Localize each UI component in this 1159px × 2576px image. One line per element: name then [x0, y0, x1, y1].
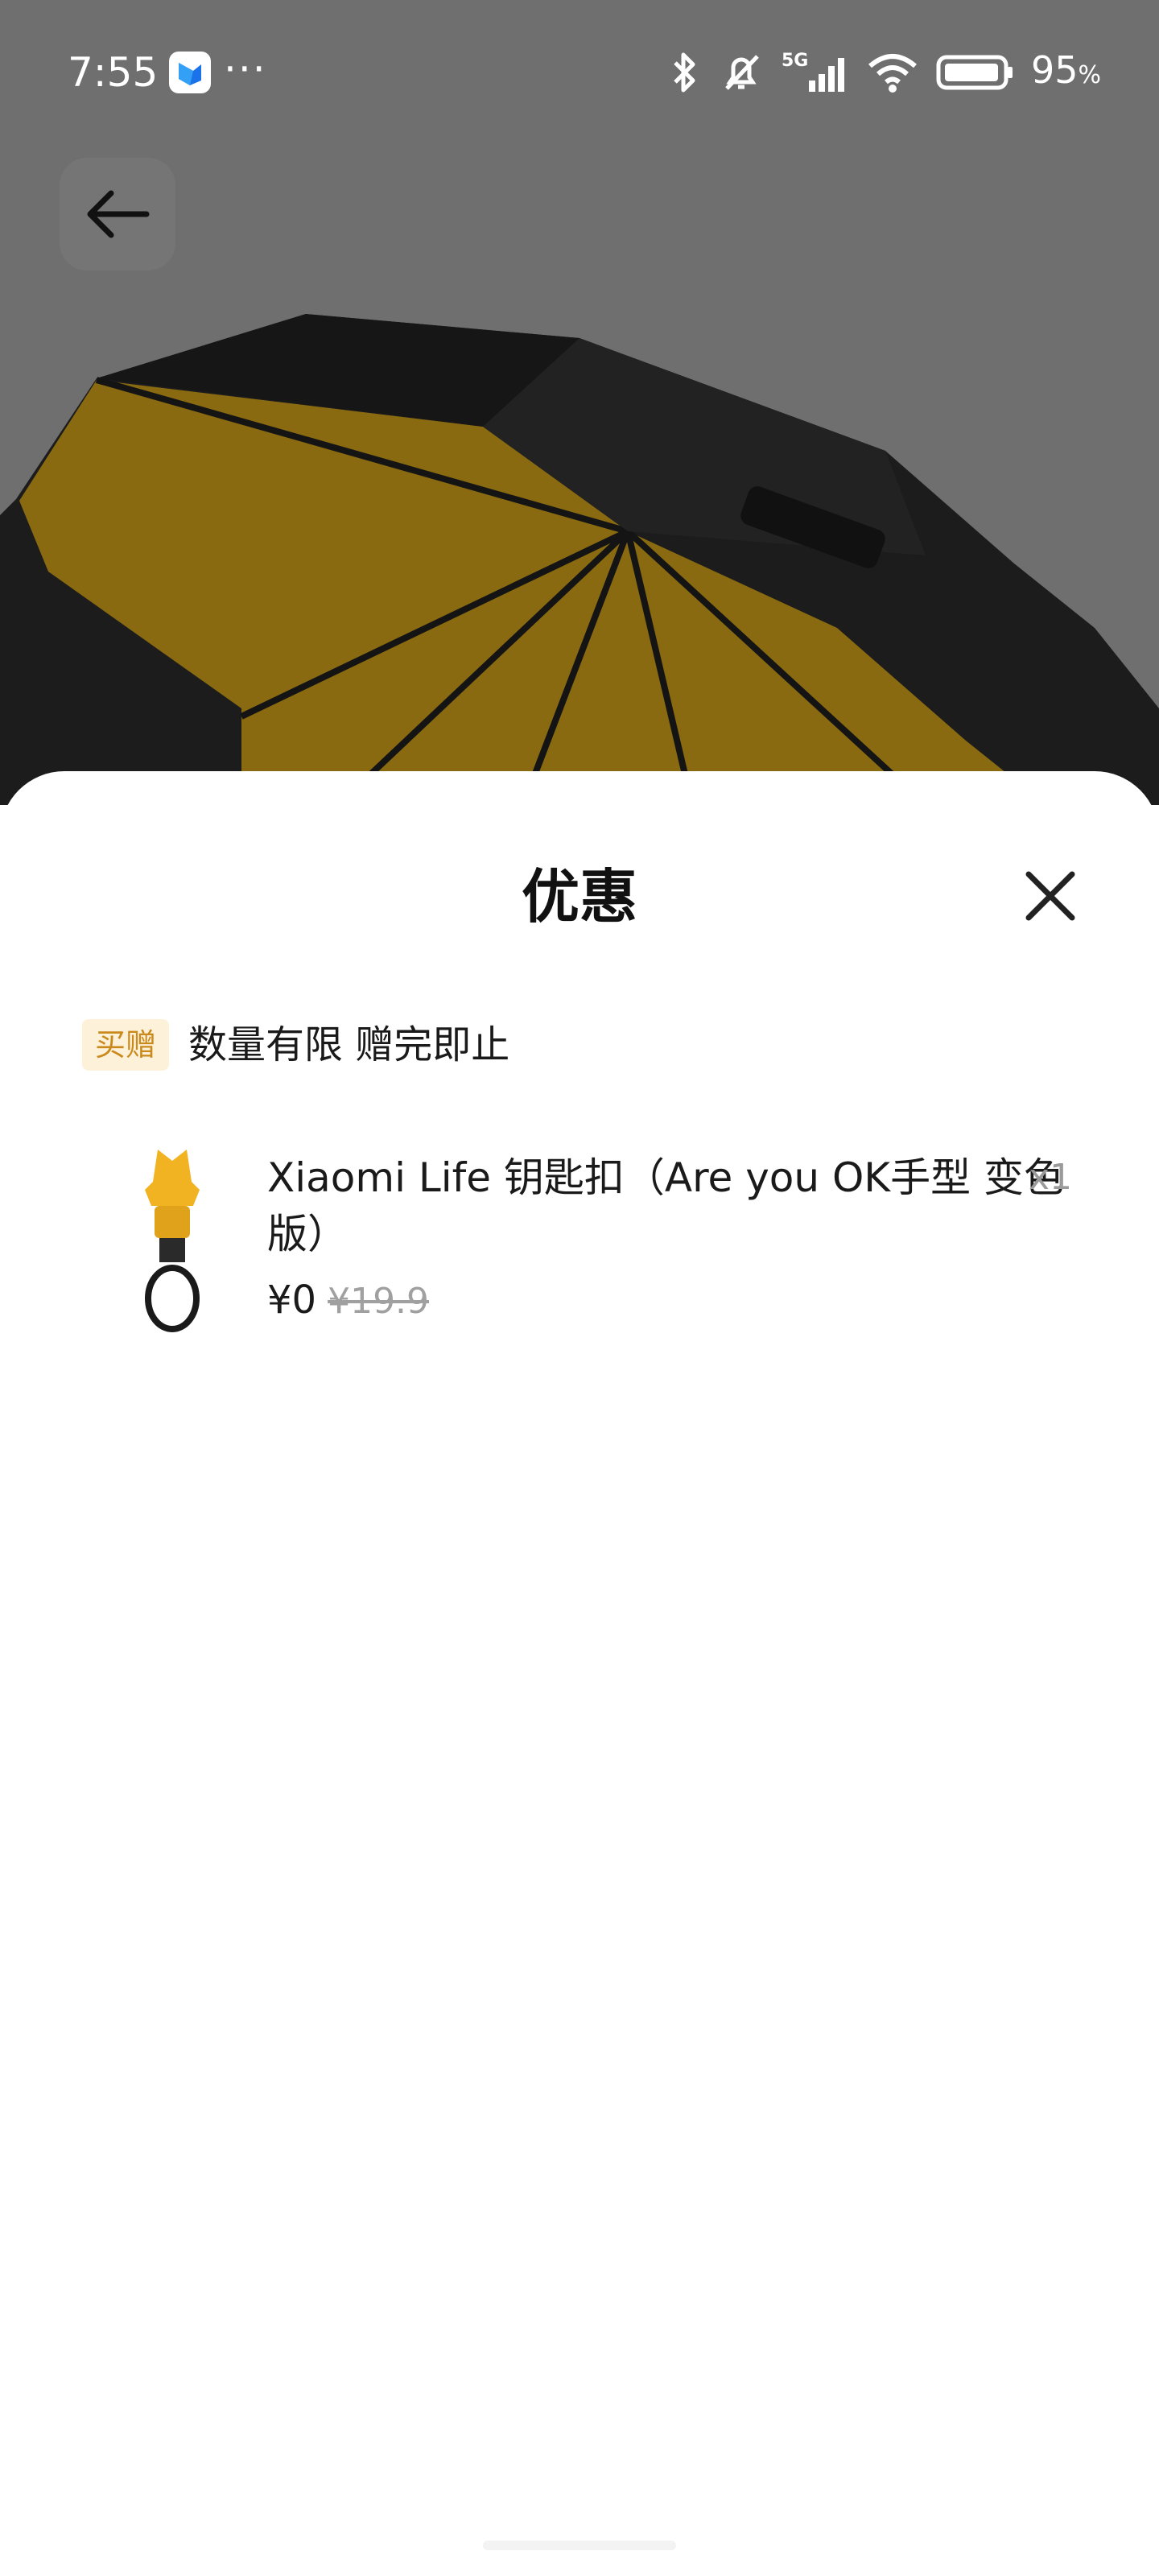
gift-original-price: ¥19.9	[328, 1281, 430, 1322]
close-button[interactable]	[1014, 860, 1087, 932]
umbrella-product-image	[0, 314, 1159, 805]
battery-value: 95	[1030, 47, 1079, 92]
battery-level: 95%	[1031, 46, 1101, 100]
wifi-icon	[867, 50, 918, 95]
promo-row: 买赠 数量有限 赠完即止	[82, 1016, 509, 1074]
gift-item[interactable]: Xiaomi Life 钥匙扣（Are you OK手型 变色版） x1 ¥0 ¥…	[82, 1150, 1080, 1343]
bluetooth-icon	[669, 50, 701, 95]
signal-5g-icon: 5G	[782, 48, 849, 97]
sheet-title: 优惠	[521, 863, 637, 931]
promotion-sheet: 优惠 买赠 数量有限 赠完即止 Xiaomi Life 钥匙扣（Are you …	[0, 771, 1159, 2576]
status-bar: 7:55 ··· 5G 95%	[0, 0, 1159, 145]
arrow-left-icon	[87, 190, 150, 238]
gift-quantity: x1	[1028, 1157, 1072, 1198]
close-icon	[1025, 871, 1075, 921]
promo-text: 数量有限 赠完即止	[188, 1022, 510, 1067]
home-indicator[interactable]	[483, 2541, 676, 2550]
gift-name: Xiaomi Life 钥匙扣（Are you OK手型 变色版）	[267, 1154, 1064, 1257]
app-notification-icon	[169, 52, 211, 93]
promo-badge: 买赠	[82, 1019, 170, 1071]
network-label: 5G	[782, 51, 808, 71]
silent-bell-icon	[719, 50, 764, 95]
more-notifications-icon: ···	[224, 46, 267, 93]
battery-icon	[936, 55, 1013, 90]
gift-thumbnail	[145, 1150, 200, 1332]
back-button[interactable]	[60, 158, 175, 270]
status-time: 7:55	[68, 49, 159, 96]
gift-price: ¥0	[267, 1278, 317, 1323]
gift-price-row: ¥0 ¥19.9	[267, 1272, 429, 1330]
battery-unit: %	[1078, 60, 1101, 89]
